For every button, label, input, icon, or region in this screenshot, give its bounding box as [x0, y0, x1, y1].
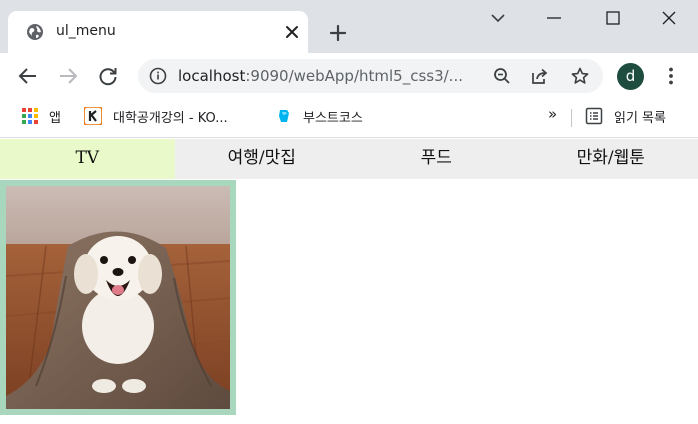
nav-menu: TV 여행/맛집 푸드 만화/웹툰	[0, 139, 698, 179]
menu-item-travel[interactable]: 여행/맛집	[174, 139, 349, 179]
reading-list-label[interactable]: 읽기 목록	[614, 107, 666, 127]
bookmark-boostcourse[interactable]: 부스트코스	[303, 107, 363, 127]
menu-item-food[interactable]: 푸드	[349, 139, 524, 179]
url-path: :9090/webApp/html5_css3/...	[245, 67, 463, 85]
bookmarks-bar: 앱 대학공개강의 - KO... 부스트코스 » 읽기 목록	[0, 99, 698, 138]
globe-icon	[27, 24, 43, 40]
bookmark-apps-label[interactable]: 앱	[49, 107, 61, 127]
close-icon[interactable]	[282, 22, 302, 42]
maximize-icon[interactable]	[603, 8, 623, 28]
tab-strip: ul_menu	[0, 0, 698, 53]
site-info-icon[interactable]	[149, 67, 167, 85]
dog-image-frame	[0, 180, 236, 415]
window-close-icon[interactable]	[659, 8, 679, 28]
zoom-icon[interactable]	[492, 66, 512, 86]
boostcourse-logo-icon	[279, 110, 289, 122]
kocw-logo-icon	[84, 107, 102, 125]
reading-list-icon[interactable]	[585, 107, 603, 125]
address-bar[interactable]: localhost:9090/webApp/html5_css3/...	[138, 59, 603, 93]
forward-arrow-icon[interactable]	[57, 65, 79, 87]
apps-grid-icon[interactable]	[21, 107, 39, 125]
tab-search-chevron-down-icon[interactable]	[488, 8, 508, 28]
reload-icon[interactable]	[97, 65, 119, 87]
new-tab-plus-icon[interactable]	[326, 21, 350, 45]
bookmarks-divider	[571, 109, 572, 127]
browser-tab[interactable]: ul_menu	[8, 11, 308, 53]
url-host: localhost	[178, 67, 246, 85]
bookmark-kocw[interactable]: 대학공개강의 - KO...	[113, 107, 228, 127]
bookmarks-overflow-chevron[interactable]: »	[548, 105, 557, 125]
menu-item-tv[interactable]: TV	[0, 139, 175, 179]
back-arrow-icon[interactable]	[17, 65, 39, 87]
dog-photo-image	[6, 186, 230, 409]
browser-toolbar: localhost:9090/webApp/html5_css3/... d	[0, 53, 698, 99]
bookmark-star-icon[interactable]	[570, 66, 590, 86]
url-text[interactable]: localhost:9090/webApp/html5_css3/...	[178, 67, 463, 85]
tab-title: ul_menu	[56, 23, 116, 39]
share-icon[interactable]	[530, 66, 550, 86]
menu-item-webtoon[interactable]: 만화/웹툰	[523, 139, 698, 179]
minimize-icon[interactable]	[544, 8, 564, 28]
more-menu-icon[interactable]	[660, 65, 682, 87]
profile-avatar[interactable]: d	[617, 63, 644, 90]
